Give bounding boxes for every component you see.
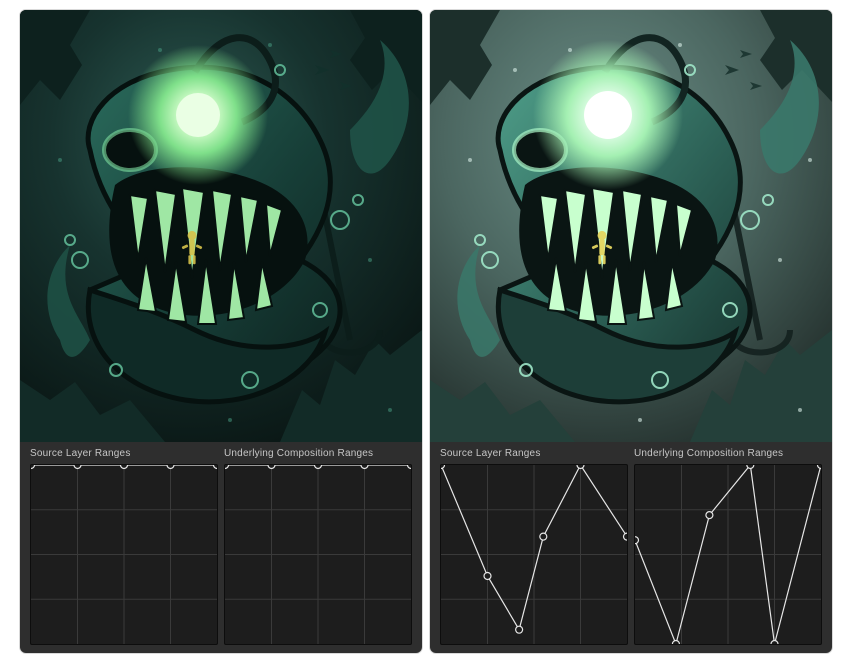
curve-handles[interactable]: [31, 465, 217, 644]
blend-ranges-controls-right: Source Layer Ranges Underlying Compositi…: [430, 442, 832, 653]
underlying-ranges-editor[interactable]: [634, 464, 822, 645]
underlying-ranges-editor[interactable]: [224, 464, 412, 645]
underlying-ranges-label: Underlying Composition Ranges: [224, 448, 412, 459]
anglerfish-illustration-bright: [430, 10, 832, 442]
curve-handle[interactable]: [818, 465, 822, 469]
curve-handle[interactable]: [516, 626, 523, 633]
curve-handle[interactable]: [635, 537, 639, 544]
curve-handle[interactable]: [268, 465, 275, 469]
curve-handle[interactable]: [771, 641, 778, 645]
source-ranges-label: Source Layer Ranges: [30, 448, 218, 459]
curve-handle[interactable]: [706, 512, 713, 519]
curve-handle[interactable]: [31, 465, 35, 469]
curve-handle[interactable]: [408, 465, 412, 469]
source-ranges-editor[interactable]: [440, 464, 628, 645]
curve-handle[interactable]: [315, 465, 322, 469]
curve-handles[interactable]: [635, 465, 821, 644]
curve-handle[interactable]: [74, 465, 81, 469]
blend-ranges-controls-left: Source Layer Ranges Underlying Compositi…: [20, 442, 422, 653]
curve-handle[interactable]: [441, 465, 445, 469]
page-root: Source Layer Ranges Underlying Compositi…: [0, 0, 852, 671]
range-labels: Source Layer Ranges Underlying Compositi…: [30, 442, 412, 464]
curve-handles[interactable]: [225, 465, 411, 644]
curve-handle[interactable]: [747, 465, 754, 469]
curve-handle[interactable]: [214, 465, 218, 469]
image-preview-right: [430, 10, 832, 442]
source-ranges-editor[interactable]: [30, 464, 218, 645]
underlying-ranges-label: Underlying Composition Ranges: [634, 448, 822, 459]
curve-handle[interactable]: [540, 533, 547, 540]
curve-handle[interactable]: [121, 465, 128, 469]
comparison-panel-right: Source Layer Ranges Underlying Compositi…: [430, 10, 832, 653]
range-labels: Source Layer Ranges Underlying Compositi…: [440, 442, 822, 464]
anglerfish-illustration-dark: [20, 10, 422, 442]
curve-handle[interactable]: [484, 572, 491, 579]
image-preview-left: [20, 10, 422, 442]
curve-handle[interactable]: [624, 533, 628, 540]
curve-handles[interactable]: [441, 465, 627, 644]
curve-handle[interactable]: [672, 641, 679, 645]
curve-handle[interactable]: [167, 465, 174, 469]
source-ranges-label: Source Layer Ranges: [440, 448, 628, 459]
curve-handle[interactable]: [361, 465, 368, 469]
curve-handle[interactable]: [577, 465, 584, 469]
curve-handle[interactable]: [225, 465, 229, 469]
comparison-panel-left: Source Layer Ranges Underlying Compositi…: [20, 10, 422, 653]
